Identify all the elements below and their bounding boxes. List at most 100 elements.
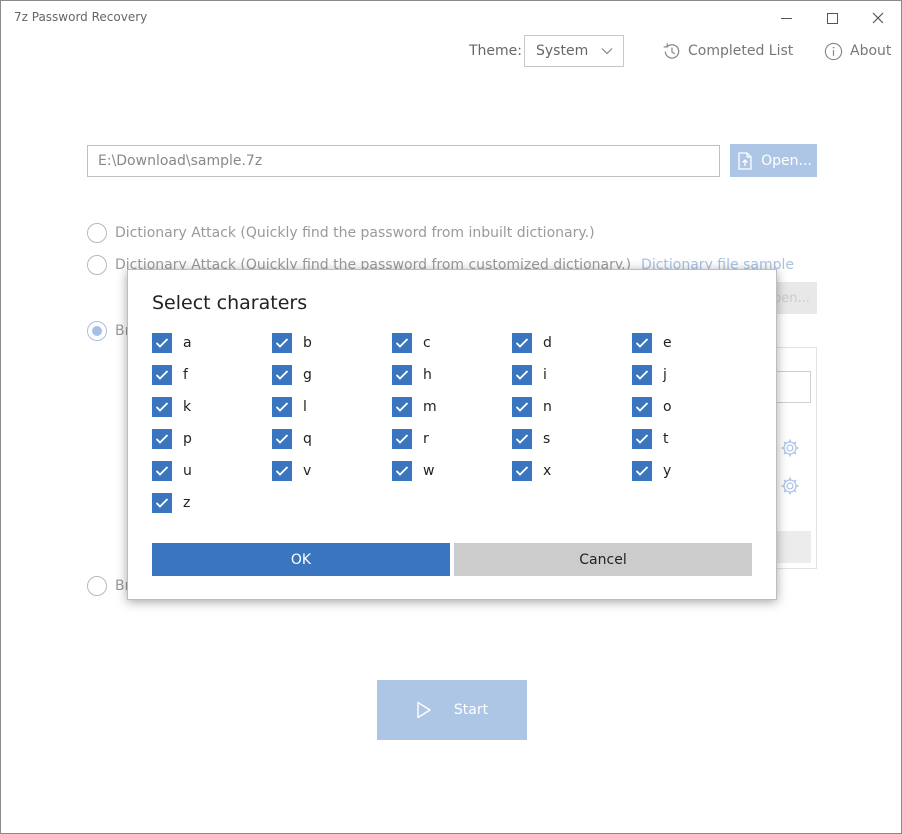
title-bar: 7z Password Recovery [1, 1, 901, 35]
minimize-icon [780, 17, 792, 19]
checkbox-checked[interactable] [512, 397, 532, 417]
char-option-j[interactable]: j [632, 365, 667, 385]
theme-label: Theme: [469, 43, 523, 59]
checkbox-checked[interactable] [512, 461, 532, 481]
start-button[interactable]: Start [377, 680, 527, 740]
char-label: q [303, 431, 312, 447]
check-icon [515, 338, 529, 348]
checkbox-checked[interactable] [512, 429, 532, 449]
maximize-button[interactable] [809, 5, 855, 31]
brute-force-radio-2[interactable] [87, 576, 107, 596]
char-option-v[interactable]: v [272, 461, 311, 481]
history-icon [663, 42, 680, 59]
checkbox-checked[interactable] [632, 461, 652, 481]
checkbox-checked[interactable] [152, 365, 172, 385]
theme-select[interactable]: System [524, 35, 624, 67]
char-option-c[interactable]: c [392, 333, 431, 353]
check-icon [635, 370, 649, 380]
checkbox-checked[interactable] [632, 429, 652, 449]
char-option-k[interactable]: k [152, 397, 191, 417]
checkbox-checked[interactable] [152, 429, 172, 449]
char-label: j [663, 367, 667, 383]
char-option-m[interactable]: m [392, 397, 437, 417]
close-button[interactable] [855, 5, 901, 31]
check-icon [275, 370, 289, 380]
char-label: w [423, 463, 435, 479]
checkbox-checked[interactable] [392, 461, 412, 481]
char-option-g[interactable]: g [272, 365, 312, 385]
dict-inbuilt-radio[interactable] [87, 223, 107, 243]
checkbox-checked[interactable] [632, 365, 652, 385]
char-option-p[interactable]: p [152, 429, 192, 449]
checkbox-checked[interactable] [632, 397, 652, 417]
check-icon [155, 498, 169, 508]
check-icon [635, 466, 649, 476]
char-option-l[interactable]: l [272, 397, 307, 417]
checkbox-checked[interactable] [272, 429, 292, 449]
checkbox-checked[interactable] [392, 365, 412, 385]
checkbox-checked[interactable] [152, 493, 172, 513]
char-option-z[interactable]: z [152, 493, 190, 513]
char-label: g [303, 367, 312, 383]
checkbox-checked[interactable] [272, 461, 292, 481]
about-label: About [850, 43, 892, 59]
check-icon [155, 466, 169, 476]
minimize-button[interactable] [763, 5, 809, 31]
checkbox-checked[interactable] [392, 333, 412, 353]
char-option-o[interactable]: o [632, 397, 672, 417]
char-option-i[interactable]: i [512, 365, 547, 385]
char-label: x [543, 463, 552, 479]
char-option-e[interactable]: e [632, 333, 672, 353]
checkbox-checked[interactable] [272, 333, 292, 353]
char-option-h[interactable]: h [392, 365, 432, 385]
gear-icon[interactable] [780, 476, 800, 496]
dict-inbuilt-option[interactable]: Dictionary Attack (Quickly find the pass… [87, 223, 595, 243]
char-option-f[interactable]: f [152, 365, 188, 385]
char-option-d[interactable]: d [512, 333, 552, 353]
ok-button[interactable]: OK [152, 543, 450, 576]
checkbox-checked[interactable] [512, 365, 532, 385]
check-icon [275, 466, 289, 476]
checkbox-checked[interactable] [152, 397, 172, 417]
brute-force-option[interactable]: Br [87, 321, 130, 341]
char-option-t[interactable]: t [632, 429, 669, 449]
check-icon [395, 402, 409, 412]
char-option-r[interactable]: r [392, 429, 429, 449]
completed-list-link[interactable]: Completed List [661, 39, 793, 63]
checkbox-checked[interactable] [632, 333, 652, 353]
char-label: c [423, 335, 431, 351]
char-option-a[interactable]: a [152, 333, 192, 353]
brute-length-input[interactable] [771, 371, 811, 403]
char-option-w[interactable]: w [392, 461, 434, 481]
checkbox-checked[interactable] [272, 365, 292, 385]
gear-icon[interactable] [780, 438, 800, 458]
checkbox-checked[interactable] [512, 333, 532, 353]
char-label: m [423, 399, 437, 415]
checkbox-checked[interactable] [272, 397, 292, 417]
file-path-input[interactable]: E:\Download\sample.7z [87, 145, 720, 177]
char-label: f [183, 367, 188, 383]
char-option-b[interactable]: b [272, 333, 312, 353]
char-label: s [543, 431, 551, 447]
char-label: b [303, 335, 312, 351]
checkbox-checked[interactable] [392, 397, 412, 417]
dict-open-button[interactable]: pen... [771, 282, 817, 314]
char-option-x[interactable]: x [512, 461, 551, 481]
brute-force-option-2[interactable]: Br [87, 576, 130, 596]
open-file-button[interactable]: Open... [730, 144, 817, 177]
app-window: 7z Password Recovery Theme: System Compl… [0, 0, 902, 834]
char-option-n[interactable]: n [512, 397, 552, 417]
dict-custom-radio[interactable] [87, 255, 107, 275]
char-option-u[interactable]: u [152, 461, 192, 481]
char-option-y[interactable]: y [632, 461, 671, 481]
checkbox-checked[interactable] [152, 333, 172, 353]
checkbox-checked[interactable] [152, 461, 172, 481]
char-label: a [183, 335, 192, 351]
cancel-button[interactable]: Cancel [454, 543, 752, 576]
char-option-s[interactable]: s [512, 429, 550, 449]
dict-open-label: pen... [773, 290, 810, 306]
char-option-q[interactable]: q [272, 429, 312, 449]
brute-force-radio[interactable] [87, 321, 107, 341]
about-link[interactable]: About [823, 39, 891, 63]
checkbox-checked[interactable] [392, 429, 412, 449]
